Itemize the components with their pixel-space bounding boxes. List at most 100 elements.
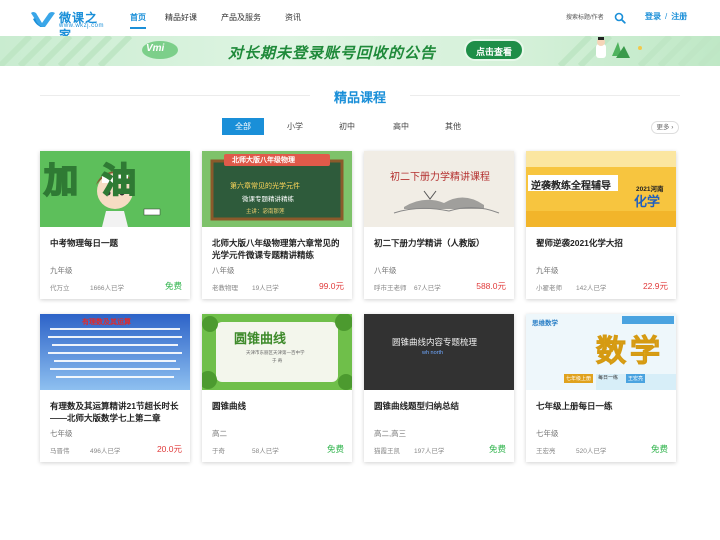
course-learner-count: 520人已学 [576,448,607,455]
course-card[interactable]: 有理数及其运算 有理数及其运算精讲21节超长时长——北师大版数学七上第二章 七年… [40,314,190,462]
thumbnail-subtitle: wh north [422,350,444,356]
course-card[interactable]: 圆锥曲线内容专题梳理 wh north 圆锥曲线题型归纳总结 高二,高三 猫霞王… [364,314,514,462]
auth-links: 登录 / 注册 [645,11,687,22]
course-price: 20.0元 [156,444,182,454]
thumbnail-school: 天津市东丽区天津第一百中学 [246,350,305,355]
course-price: 22.9元 [642,281,668,291]
course-teacher: 于奇 [212,448,225,455]
course-price: 免费 [326,444,344,454]
course-grade: 七年级 [50,429,73,438]
course-grade: 七年级 [536,429,559,438]
grade-filter-tabs: 全部 小学 初中 高中 其他 [0,118,720,136]
course-thumbnail-art [364,151,514,227]
brand-url: www.wkzj.com [59,23,105,29]
nav-item-products[interactable]: 产品及服务 [221,12,261,23]
banner-headline: 对长期未登录账号回收的公告 [228,45,437,62]
nav-item-home[interactable]: 首页 [130,12,146,23]
notice-banner[interactable]: Vmi 对长期未登录账号回收的公告 点击查看 [0,36,720,66]
thumbnail-caption: 加油 [43,161,160,201]
course-thumbnail[interactable]: 圆锥曲线内容专题梳理 wh north [364,314,514,390]
filter-tab-all[interactable]: 全部 [222,118,264,135]
search-input[interactable] [566,11,612,25]
course-price: 免费 [650,444,668,454]
course-teacher: 王宏亮 [536,448,556,455]
section-title: 精品课程 [333,90,386,105]
course-card[interactable]: 圆锥曲线 天津市东丽区天津第一百中学 于 奇 圆锥曲线 高二 于奇 58人已学 … [202,314,352,462]
register-link[interactable]: 注册 [671,11,687,22]
thumbnail-caption: 圆锥曲线 [234,331,287,346]
thumbnail-subject: 化学 [634,194,661,209]
course-thumbnail[interactable]: 有理数及其运算 [40,314,190,390]
course-title[interactable]: 初二下册力学精讲（人教版） [374,237,508,249]
filter-tab-senior[interactable]: 高中 [385,118,417,135]
thumbnail-author: 于 奇 [272,358,283,363]
course-learner-count: 496人已学 [90,448,121,455]
search-icon[interactable] [614,12,626,24]
banner-view-button[interactable]: 点击查看 [464,39,524,61]
course-thumbnail[interactable]: 圆锥曲线 天津市东丽区天津第一百中学 于 奇 [202,314,352,390]
course-learner-count: 19人已学 [252,285,279,292]
course-teacher: 代万立 [50,285,70,292]
course-teacher: 小翟老师 [536,285,562,292]
site-header: 微课之家 www.wkzj.com 首页 精品好课 产品及服务 资讯 登录 /注册 [0,0,720,42]
nav-item-news[interactable]: 资讯 [285,12,301,23]
section-divider-left [40,95,310,96]
course-price: 588.0元 [476,281,506,291]
course-thumbnail[interactable]: 逆袭教练全程辅导 2021河南 化学 [526,151,676,227]
course-price: 免费 [164,281,182,291]
course-learner-count: 142人已学 [576,285,607,292]
course-thumbnail[interactable]: 初二下册力学精讲课程 [364,151,514,227]
course-thumbnail[interactable]: 加油 [40,151,190,227]
course-grade: 九年级 [50,266,73,275]
auth-separator: / [665,12,668,21]
login-link[interactable]: 登录 [645,11,661,22]
course-grade: 高二,高三 [374,429,407,438]
course-teacher: 马晋伟 [50,448,70,455]
course-title[interactable]: 圆锥曲线 [212,400,346,412]
course-learner-count: 1666人已学 [90,285,124,292]
thumbnail-caption: 圆锥曲线内容专题梳理 [392,337,478,347]
course-title[interactable]: 七年级上册每日一练 [536,400,670,412]
course-teacher: 呼市王老师 [374,285,407,292]
filter-tab-other[interactable]: 其他 [437,118,469,135]
more-courses-button[interactable]: 更多 › [651,121,679,134]
thumbnail-tag-author: 王宏亮 [626,374,646,383]
course-teacher: 猫霞王凯 [374,448,400,455]
course-grade: 九年级 [536,266,559,275]
course-learner-count: 67人已学 [414,285,441,292]
course-card[interactable]: 加油 中考物理每日一题 九年级 代万立 1666人已学 免费 [40,151,190,299]
course-title[interactable]: 圆锥曲线题型归纳总结 [374,400,508,412]
thumbnail-caption: 逆袭教练全程辅导 [531,181,611,192]
course-title[interactable]: 中考物理每日一题 [50,237,184,249]
filter-tab-primary[interactable]: 小学 [279,118,311,135]
course-thumbnail[interactable]: 北师大版八年级物理 第六章常见的光学元件 微课专题精讲精练 主讲：宓南那莲 [202,151,352,227]
thumbnail-caption: 数学 [596,335,664,369]
course-card[interactable]: 北师大版八年级物理 第六章常见的光学元件 微课专题精讲精练 主讲：宓南那莲 北师… [202,151,352,299]
search-box [566,11,626,25]
thumbnail-caption-line4: 主讲：宓南那莲 [246,209,285,215]
thumbnail-caption: 北师大版八年级物理 [232,157,295,164]
nav-active-indicator [130,27,146,29]
course-thumbnail[interactable]: 思维数学 数学 七年级上册 每日一练 王宏亮 [526,314,676,390]
course-title[interactable]: 北师大版八年级物理第六章常见的光学元件微课专题精讲精练 [212,237,346,261]
course-grade: 高二 [212,429,227,438]
course-grade: 八年级 [212,266,235,275]
course-card[interactable]: 逆袭教练全程辅导 2021河南 化学 翟师逆袭2021化学大招 九年级 小翟老师… [526,151,676,299]
thumbnail-tag-grade: 七年级上册 [564,374,594,383]
course-card[interactable]: 初二下册力学精讲课程 初二下册力学精讲（人教版） 八年级 呼市王老师 67人已学… [364,151,514,299]
course-learner-count: 58人已学 [252,448,279,455]
nav-item-courses[interactable]: 精品好课 [165,12,197,23]
course-price: 免费 [488,444,506,454]
logo-v-icon [31,12,55,27]
thumbnail-caption: 有理数及其运算 [82,319,131,326]
course-title[interactable]: 有理数及其运算精讲21节超长时长——北师大版数学七上第二章 [50,400,184,424]
course-grade: 八年级 [374,266,397,275]
course-learner-count: 197人已学 [414,448,445,455]
site-logo[interactable]: 微课之家 www.wkzj.com [30,8,110,42]
filter-tab-junior[interactable]: 初中 [331,118,363,135]
course-card[interactable]: 思维数学 数学 七年级上册 每日一练 王宏亮 七年级上册每日一练 七年级 王宏亮… [526,314,676,462]
banner-logo: Vmi [146,43,165,54]
course-price: 99.0元 [318,281,344,291]
course-teacher: 老教物理 [212,285,238,292]
course-title[interactable]: 翟师逆袭2021化学大招 [536,237,670,249]
